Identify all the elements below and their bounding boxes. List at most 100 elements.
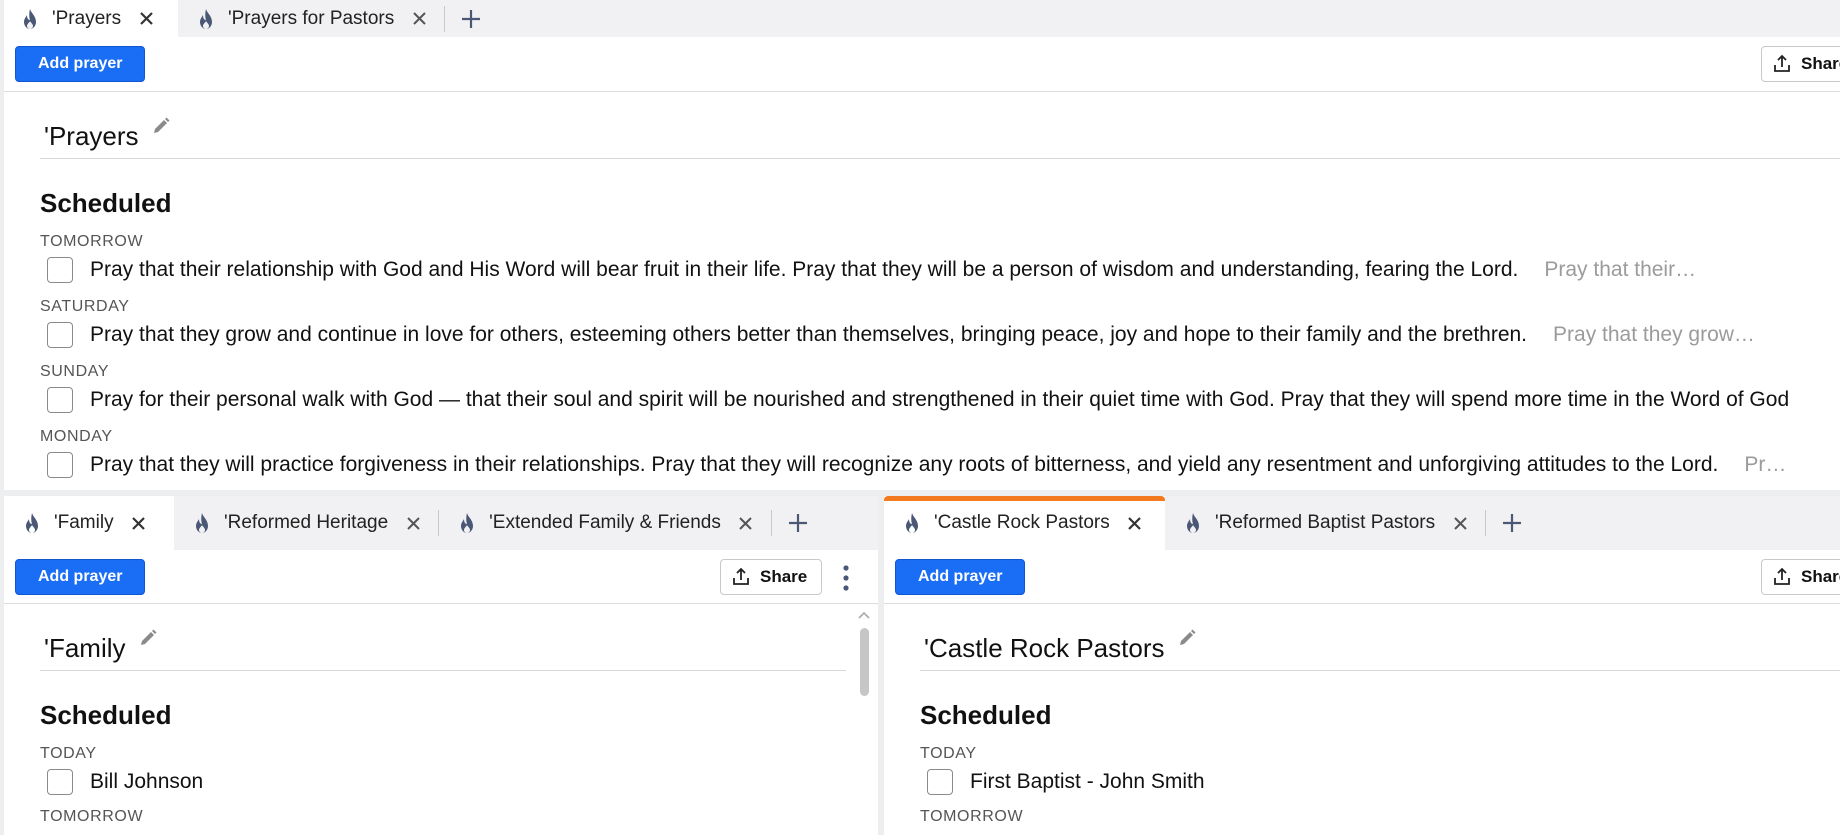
prayer-checkbox[interactable] (47, 452, 73, 478)
prayer-item: Bill Johnson (47, 769, 203, 795)
close-icon[interactable] (135, 8, 157, 30)
close-icon[interactable] (402, 512, 424, 534)
day-label: MONDAY (40, 428, 113, 445)
close-icon[interactable] (1124, 512, 1146, 534)
prayer-preview: Pr… (1744, 453, 1787, 476)
scroll-up-icon[interactable] (857, 610, 871, 620)
left-toolbar: Add prayer Share (4, 550, 878, 604)
share-label: Share (1801, 567, 1840, 586)
add-prayer-button[interactable]: Add prayer (895, 559, 1026, 595)
top-toolbar: Add prayer Share (4, 37, 1840, 92)
tab-label: 'Extended Family & Friends (489, 512, 721, 533)
tab-extended-family-friends[interactable]: 'Extended Family & Friends (439, 496, 771, 550)
share-button[interactable]: Share (1761, 46, 1840, 82)
share-button[interactable]: Share (1761, 559, 1840, 595)
prayer-item: First Baptist - John Smith (927, 769, 1205, 795)
prayer-checkbox[interactable] (927, 769, 953, 795)
tab-reformed-heritage[interactable]: 'Reformed Heritage (174, 496, 438, 550)
edit-pencil-icon[interactable] (1177, 628, 1197, 648)
edit-pencil-icon[interactable] (138, 628, 158, 648)
section-heading: Scheduled (40, 700, 172, 730)
close-icon[interactable] (735, 512, 757, 534)
flame-icon (457, 512, 479, 534)
day-label: TOMORROW (40, 808, 144, 825)
flame-icon (20, 8, 42, 30)
tab-label: 'Prayers (52, 7, 122, 29)
add-tab-button[interactable] (772, 496, 824, 550)
prayer-text[interactable]: Bill Johnson (90, 770, 203, 794)
top-content: 'Prayers Scheduled TOMORROW Pray that th… (4, 92, 1840, 490)
flame-icon (192, 512, 214, 534)
list-title-row: 'Castle Rock Pastors (920, 626, 1840, 671)
tab-label: 'Prayers for Pastors (228, 7, 395, 29)
share-label: Share (760, 567, 808, 586)
add-prayer-button[interactable]: Add prayer (15, 559, 146, 595)
flame-icon (196, 8, 218, 30)
prayer-item: Pray that their relationship with God an… (47, 257, 1696, 283)
prayer-text[interactable]: Pray that their relationship with God an… (90, 258, 1518, 282)
section-heading: Scheduled (920, 700, 1052, 730)
prayer-checkbox[interactable] (47, 387, 73, 413)
list-title: 'Family (44, 633, 126, 663)
tab-castle-rock-pastors[interactable]: 'Castle Rock Pastors (884, 496, 1165, 550)
prayer-checkbox[interactable] (47, 769, 73, 795)
edit-pencil-icon[interactable] (151, 116, 171, 136)
tab-label: 'Reformed Heritage (224, 512, 389, 533)
close-icon[interactable] (128, 512, 150, 534)
tab-label: 'Castle Rock Pastors (934, 512, 1110, 533)
plus-icon (1503, 514, 1522, 532)
prayer-item: Pray for their personal walk with God — … (47, 387, 1789, 413)
tab-prayers[interactable]: 'Prayers (4, 0, 178, 37)
left-content: 'Family Scheduled TODAY Bill Johnson TOM… (4, 604, 878, 835)
flame-icon (902, 512, 924, 534)
kebab-icon (843, 565, 849, 591)
prayer-preview: Pray that their… (1544, 258, 1697, 281)
prayer-item: Pray that they grow and continue in love… (47, 322, 1755, 348)
flame-icon (22, 512, 44, 534)
list-title: 'Prayers (44, 121, 139, 151)
section-heading: Scheduled (40, 188, 172, 218)
day-label: SUNDAY (40, 363, 110, 380)
scrollbar-thumb[interactable] (860, 628, 869, 696)
prayer-text[interactable]: Pray that they grow and continue in love… (90, 323, 1527, 347)
day-label: TODAY (920, 745, 977, 762)
tab-family[interactable]: 'Family (4, 496, 174, 550)
close-icon[interactable] (1449, 512, 1471, 534)
prayer-text[interactable]: Pray for their personal walk with God — … (90, 388, 1789, 412)
close-icon[interactable] (408, 8, 430, 30)
right-content: 'Castle Rock Pastors Scheduled TODAY Fir… (884, 604, 1840, 835)
day-label: TOMORROW (920, 808, 1024, 825)
add-tab-button[interactable] (445, 0, 497, 37)
right-pane: 'Castle Rock Pastors 'Reformed Baptist P… (884, 496, 1840, 835)
right-tabbar: 'Castle Rock Pastors 'Reformed Baptist P… (884, 496, 1840, 550)
prayer-text[interactable]: First Baptist - John Smith (970, 770, 1205, 794)
tab-label: 'Family (54, 512, 114, 533)
list-title-row: 'Prayers (40, 114, 1840, 159)
flame-icon (1183, 512, 1205, 534)
list-title: 'Castle Rock Pastors (924, 633, 1165, 663)
day-label: TOMORROW (40, 233, 144, 250)
prayer-item: Pray that they will practice forgiveness… (47, 452, 1786, 478)
tab-reformed-baptist-pastors[interactable]: 'Reformed Baptist Pastors (1165, 496, 1485, 550)
left-tabbar: 'Family 'Reformed Heritage 'Extended Fam… (4, 496, 878, 550)
add-tab-button[interactable] (1486, 496, 1538, 550)
add-prayer-button[interactable]: Add prayer (15, 46, 146, 82)
prayer-checkbox[interactable] (47, 257, 73, 283)
prayer-preview: Pray that they grow… (1553, 323, 1755, 346)
share-icon (1774, 54, 1790, 72)
share-label: Share (1801, 54, 1840, 73)
left-pane: 'Family 'Reformed Heritage 'Extended Fam… (4, 496, 878, 835)
prayer-checkbox[interactable] (47, 322, 73, 348)
more-options-button[interactable] (836, 560, 856, 596)
share-icon (733, 567, 749, 585)
share-button[interactable]: Share (720, 559, 823, 595)
share-icon (1774, 567, 1790, 585)
tab-label: 'Reformed Baptist Pastors (1215, 512, 1436, 533)
top-pane: 'Prayers 'Prayers for Pastors Add prayer… (4, 0, 1840, 490)
plus-icon (788, 514, 807, 532)
tab-prayers-for-pastors[interactable]: 'Prayers for Pastors (178, 0, 444, 37)
top-tabbar: 'Prayers 'Prayers for Pastors (4, 0, 1840, 37)
list-title-row: 'Family (40, 626, 846, 671)
day-label: SATURDAY (40, 298, 130, 315)
prayer-text[interactable]: Pray that they will practice forgiveness… (90, 453, 1718, 477)
